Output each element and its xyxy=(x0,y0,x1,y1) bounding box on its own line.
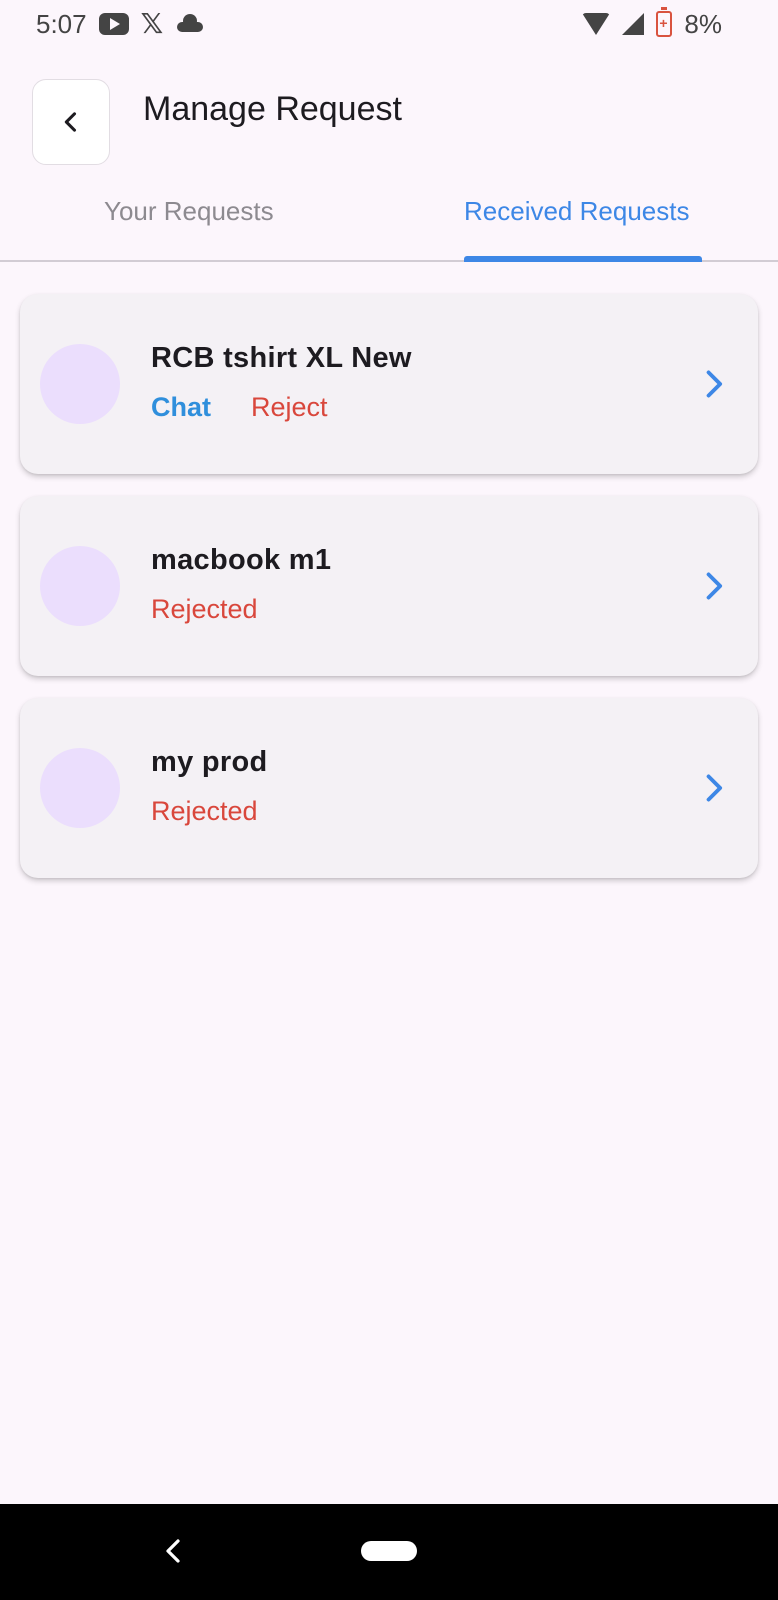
request-card[interactable]: RCB tshirt XL New Chat Reject xyxy=(20,294,758,474)
avatar xyxy=(40,344,120,424)
status-left: 5:07 𝕏 xyxy=(36,8,204,40)
nav-back-icon[interactable] xyxy=(160,1536,186,1566)
avatar xyxy=(40,748,120,828)
chat-button[interactable]: Chat xyxy=(151,392,211,423)
request-title: RCB tshirt XL New xyxy=(151,342,412,374)
status-time: 5:07 xyxy=(36,8,87,39)
status-bar: 5:07 𝕏 8% xyxy=(0,0,778,48)
request-status: Rejected xyxy=(151,796,258,827)
request-status: Rejected xyxy=(151,594,258,625)
page-title: Manage Request xyxy=(143,90,402,128)
wifi-icon xyxy=(582,13,611,35)
battery-icon xyxy=(656,7,673,37)
status-rejected-label: Rejected xyxy=(151,796,258,826)
avatar xyxy=(40,546,120,626)
tab-active-indicator xyxy=(464,256,702,262)
status-right: 8% xyxy=(582,7,722,40)
request-title: macbook m1 xyxy=(151,544,332,576)
status-rejected-label: Rejected xyxy=(151,594,258,624)
system-nav-bar xyxy=(0,1504,778,1600)
cloud-icon xyxy=(175,14,204,32)
x-icon: 𝕏 xyxy=(140,8,164,39)
tab-bar: Your Requests Received Requests xyxy=(0,180,778,262)
chevron-right-icon[interactable] xyxy=(702,568,728,604)
request-card[interactable]: macbook m1 Rejected xyxy=(20,496,758,676)
reject-button[interactable]: Reject xyxy=(251,392,328,423)
nav-home-pill[interactable] xyxy=(361,1541,417,1561)
back-button[interactable] xyxy=(32,79,110,165)
request-actions: Chat Reject xyxy=(151,392,328,423)
youtube-icon xyxy=(98,13,129,35)
request-title: my prod xyxy=(151,746,268,778)
battery-percent: 8% xyxy=(684,8,722,39)
signal-icon xyxy=(622,13,645,35)
tab-your-requests[interactable]: Your Requests xyxy=(104,196,274,227)
chevron-right-icon[interactable] xyxy=(702,770,728,806)
chevron-left-icon xyxy=(64,112,77,132)
screen: 5:07 𝕏 8% Manage Request Your Requests R… xyxy=(0,0,778,1600)
tab-received-requests[interactable]: Received Requests xyxy=(464,196,689,227)
chevron-right-icon[interactable] xyxy=(702,366,728,402)
request-card[interactable]: my prod Rejected xyxy=(20,698,758,878)
